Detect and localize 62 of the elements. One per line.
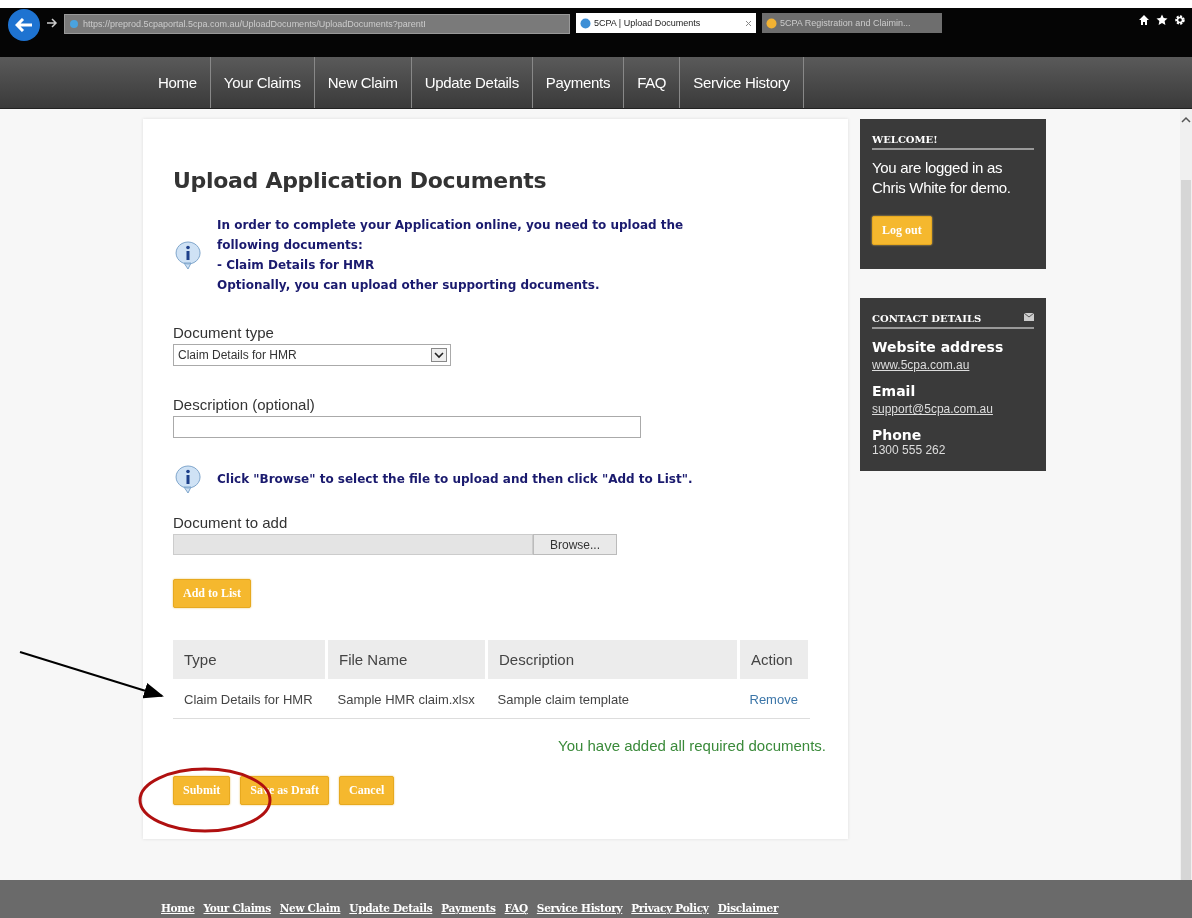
contact-label: Website address bbox=[872, 339, 1005, 356]
footer-link[interactable]: New Claim bbox=[279, 902, 341, 915]
footer-link[interactable]: Service History bbox=[536, 902, 623, 915]
field-label: Document type bbox=[173, 324, 275, 342]
nav-link[interactable]: Your Claims bbox=[210, 57, 315, 109]
globe-icon bbox=[69, 19, 79, 29]
contact-link[interactable]: www.5cpa.com.au bbox=[872, 358, 970, 373]
contact-label: Email bbox=[872, 383, 917, 400]
star-icon[interactable] bbox=[1156, 14, 1168, 26]
footer-link[interactable]: Update Details bbox=[349, 902, 433, 915]
nav-link[interactable]: Service History bbox=[680, 57, 804, 109]
settings-icon[interactable] bbox=[1174, 14, 1186, 26]
nav-link[interactable]: Payments bbox=[532, 57, 625, 109]
site-icon bbox=[580, 17, 591, 29]
scrollbar-thumb[interactable] bbox=[1181, 180, 1191, 881]
file-path-field[interactable] bbox=[173, 534, 533, 556]
page-title: Upload Application Documents bbox=[173, 168, 548, 194]
contact-label: Phone bbox=[872, 427, 923, 444]
footer-link[interactable]: FAQ bbox=[504, 902, 528, 915]
browse-button[interactable]: Browse... bbox=[533, 534, 617, 556]
column-header: Description bbox=[486, 640, 739, 680]
url-text: https://preprod.5cpaportal.5cpa.com.au/UploadDocuments/UploadDocuments?parentI bbox=[83, 19, 426, 29]
footer-link[interactable]: Your Claims bbox=[203, 902, 271, 915]
column-header: File Name bbox=[326, 640, 487, 680]
document-type-select[interactable]: Claim Details for HMR bbox=[173, 344, 451, 367]
nav-link[interactable]: New Claim bbox=[314, 57, 412, 109]
description-field[interactable] bbox=[173, 416, 641, 439]
welcome-text: You are logged in as Chris White for demo. bbox=[872, 158, 1012, 199]
nav-link[interactable]: Update Details bbox=[411, 57, 533, 109]
back-button[interactable] bbox=[8, 9, 40, 41]
remove-link[interactable]: Remove bbox=[749, 692, 798, 708]
close-icon[interactable] bbox=[745, 19, 752, 27]
field-label: Document to add bbox=[173, 514, 289, 532]
back-arrow-icon bbox=[15, 18, 33, 32]
panel-heading: WELCOME! bbox=[872, 134, 938, 146]
nav-link[interactable]: FAQ bbox=[624, 57, 681, 109]
column-header: Action bbox=[738, 640, 810, 680]
contact-value: 1300 555 262 bbox=[872, 443, 947, 458]
browser-tab[interactable]: 5CPA | Upload Documents bbox=[576, 13, 756, 33]
info-message: In order to complete your Application online, you need to upload the following documents: - Claim Details for HMR Optionally, you can upload other supporting documents. bbox=[217, 217, 685, 295]
table-cell: Sample HMR claim.xlsx bbox=[326, 679, 487, 719]
forward-icon[interactable] bbox=[46, 18, 58, 28]
home-icon[interactable] bbox=[1138, 14, 1150, 26]
address-bar[interactable]: https://preprod.5cpaportal.5cpa.com.au/UploadDocuments/UploadDocuments?parentI bbox=[64, 14, 570, 34]
info-icon bbox=[173, 464, 203, 495]
site-icon bbox=[766, 17, 777, 29]
field-label: Description (optional) bbox=[173, 396, 316, 414]
footer-link[interactable]: Privacy Policy bbox=[631, 902, 709, 915]
mail-icon[interactable] bbox=[1024, 313, 1034, 322]
contact-link[interactable]: support@5cpa.com.au bbox=[872, 402, 993, 417]
browser-tab[interactable]: 5CPA Registration and Claimin... bbox=[762, 13, 942, 33]
column-header: Type bbox=[173, 640, 327, 680]
status-message: You have added all required documents. bbox=[557, 737, 826, 755]
footer-link[interactable]: Payments bbox=[441, 902, 496, 915]
panel-heading: CONTACT DETAILS bbox=[872, 313, 982, 325]
info-icon bbox=[173, 240, 203, 271]
info-message: Click "Browse" to select the file to upload and then click "Add to List". bbox=[217, 471, 693, 489]
footer-link[interactable]: Disclaimer bbox=[717, 902, 779, 915]
nav-link[interactable]: Home bbox=[145, 57, 211, 109]
table-cell: Sample claim template bbox=[486, 679, 739, 719]
table-cell: Claim Details for HMR bbox=[173, 679, 327, 719]
footer-link[interactable]: Home bbox=[161, 902, 195, 915]
